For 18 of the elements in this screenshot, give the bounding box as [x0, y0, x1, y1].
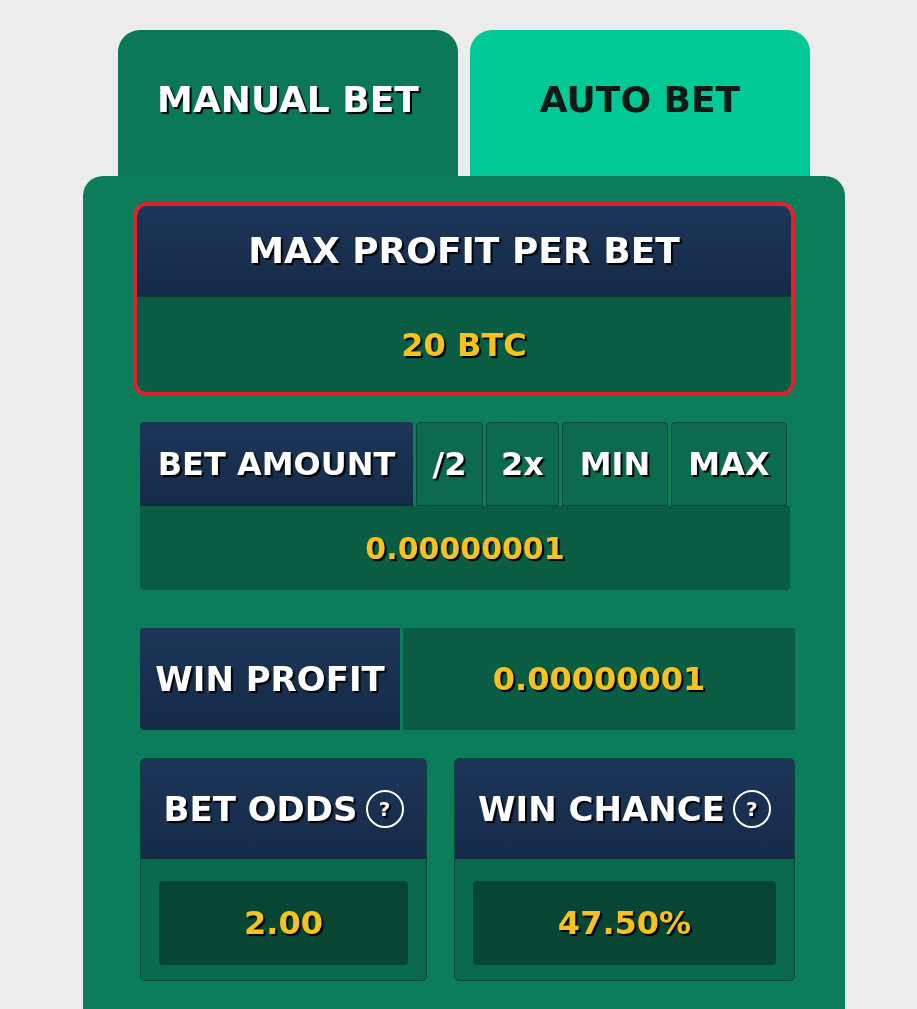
- stat-value: 47.50%: [473, 881, 776, 965]
- stat-value: 2.00: [159, 881, 408, 965]
- bet-amount-label: BET AMOUNT: [140, 422, 413, 506]
- win-profit-label: WIN PROFIT: [140, 628, 400, 730]
- amount-button[interactable]: MIN: [562, 422, 668, 506]
- tab[interactable]: MANUAL BET: [118, 30, 458, 176]
- max-profit-label: MAX PROFIT PER BET: [137, 206, 791, 297]
- amount-button[interactable]: MAX: [671, 422, 787, 506]
- help-button[interactable]: ?: [732, 790, 771, 828]
- win-profit-value: 0.00000001: [403, 628, 795, 730]
- win-chance-label: WIN CHANCE: [478, 787, 725, 831]
- amount-button[interactable]: 2x: [486, 422, 559, 506]
- max-profit-value: 20 BTC: [137, 297, 791, 392]
- bet-amount-field[interactable]: 0.00000001: [140, 506, 790, 590]
- amount-button[interactable]: /2: [416, 422, 483, 506]
- help-button[interactable]: ?: [365, 790, 404, 828]
- bet-odds-label: BET ODDS: [163, 787, 358, 831]
- tab[interactable]: AUTO BET: [470, 30, 810, 176]
